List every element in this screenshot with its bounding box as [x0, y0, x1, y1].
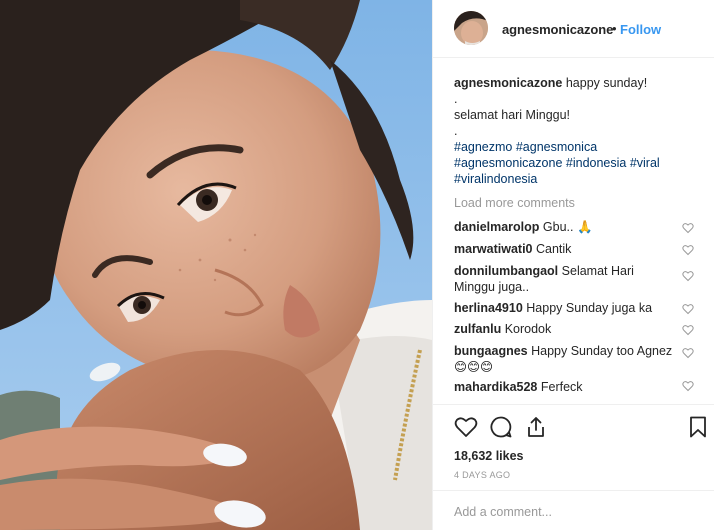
comments-list[interactable]: agnesmonicazone happy sunday! . selamat … — [454, 62, 712, 404]
avatar-image — [454, 11, 488, 45]
post-caption: agnesmonicazone happy sunday! . selamat … — [454, 75, 694, 187]
add-comment-placeholder: Add a comment... — [454, 505, 552, 519]
load-more-comments-link[interactable]: Load more comments — [454, 195, 575, 211]
post-actions: 18,632 likes 4 DAYS AGO Add a comment... — [433, 404, 714, 531]
caption-dot-2: . — [454, 124, 458, 138]
caption-line-1: happy sunday! — [565, 76, 648, 90]
avatar[interactable] — [454, 11, 488, 45]
add-comment-field[interactable]: Add a comment... — [433, 490, 714, 532]
comment-text: Happy Sunday too Agnez — [531, 344, 673, 358]
comment-username[interactable]: zulfanlu — [454, 322, 501, 336]
comment-item: danielmarolop Gbu.. 🙏 — [454, 219, 684, 235]
comment-text: Happy Sunday juga ka — [526, 301, 653, 315]
comment-username[interactable]: herlina4910 — [454, 301, 523, 315]
caption-hashtags-1[interactable]: #agnezmo #agnesmonica — [454, 139, 694, 155]
comment-item: bungaagnes Happy Sunday too Agnez 😊😊😊 — [454, 343, 684, 375]
post-side-panel: agnesmonicazone • Follow agnesmonicazone… — [432, 0, 714, 530]
caption-line-2: selamat hari Minggu! — [454, 108, 571, 122]
caption-dot-1: . — [454, 92, 458, 106]
share-icon[interactable] — [524, 415, 548, 439]
comment-like-heart-icon[interactable] — [682, 244, 694, 256]
comment-text-continued: Minggu juga.. — [454, 280, 530, 294]
comment-username[interactable]: mahardika528 — [454, 380, 537, 394]
comment-item: mahardika528 Ferfeck — [454, 379, 684, 395]
comment-text: Korodok — [504, 322, 552, 336]
comment-text: Gbu.. 🙏 — [542, 220, 593, 234]
likes-count[interactable]: 18,632 likes — [454, 449, 524, 463]
header-username[interactable]: agnesmonicazone — [502, 22, 613, 37]
caption-username[interactable]: agnesmonicazone — [454, 76, 562, 90]
instagram-post: agnesmonicazone • Follow agnesmonicazone… — [0, 0, 714, 530]
comment-text: Selamat Hari — [561, 264, 634, 278]
comment-text: Ferfeck — [540, 380, 583, 394]
post-timestamp[interactable]: 4 DAYS AGO — [454, 470, 510, 480]
post-header: agnesmonicazone • Follow — [433, 0, 714, 58]
comment-like-heart-icon[interactable] — [682, 380, 694, 392]
comment-item: donnilumbangaol Selamat Hari Minggu juga… — [454, 263, 684, 295]
comment-username[interactable]: marwatiwati0 — [454, 242, 533, 256]
comment-text: Cantik — [536, 242, 572, 256]
comment-username[interactable]: danielmarolop — [454, 220, 539, 234]
bookmark-icon[interactable] — [686, 415, 710, 439]
comment-like-heart-icon[interactable] — [682, 303, 694, 315]
comment-like-heart-icon[interactable] — [682, 347, 694, 359]
comment-like-heart-icon[interactable] — [682, 222, 694, 234]
post-photo[interactable] — [0, 0, 432, 530]
comment-username[interactable]: bungaagnes — [454, 344, 528, 358]
header-separator: • — [612, 21, 617, 36]
comment-icon[interactable] — [489, 415, 513, 439]
comment-like-heart-icon[interactable] — [682, 324, 694, 336]
selfie-image — [0, 0, 432, 530]
heart-icon[interactable] — [454, 415, 478, 439]
comment-like-heart-icon[interactable] — [682, 270, 694, 282]
comment-item: herlina4910 Happy Sunday juga ka — [454, 300, 684, 316]
comment-username[interactable]: donnilumbangaol — [454, 264, 558, 278]
comment-item: marwatiwati0 Cantik — [454, 241, 684, 257]
caption-hashtags-2[interactable]: #agnesmonicazone #indonesia #viral — [454, 155, 694, 171]
follow-button[interactable]: Follow — [620, 22, 661, 37]
caption-hashtags-3[interactable]: #viralindonesia — [454, 171, 694, 187]
comment-item: zulfanlu Korodok — [454, 321, 684, 337]
comment-emoji: 😊😊😊 — [454, 360, 494, 374]
